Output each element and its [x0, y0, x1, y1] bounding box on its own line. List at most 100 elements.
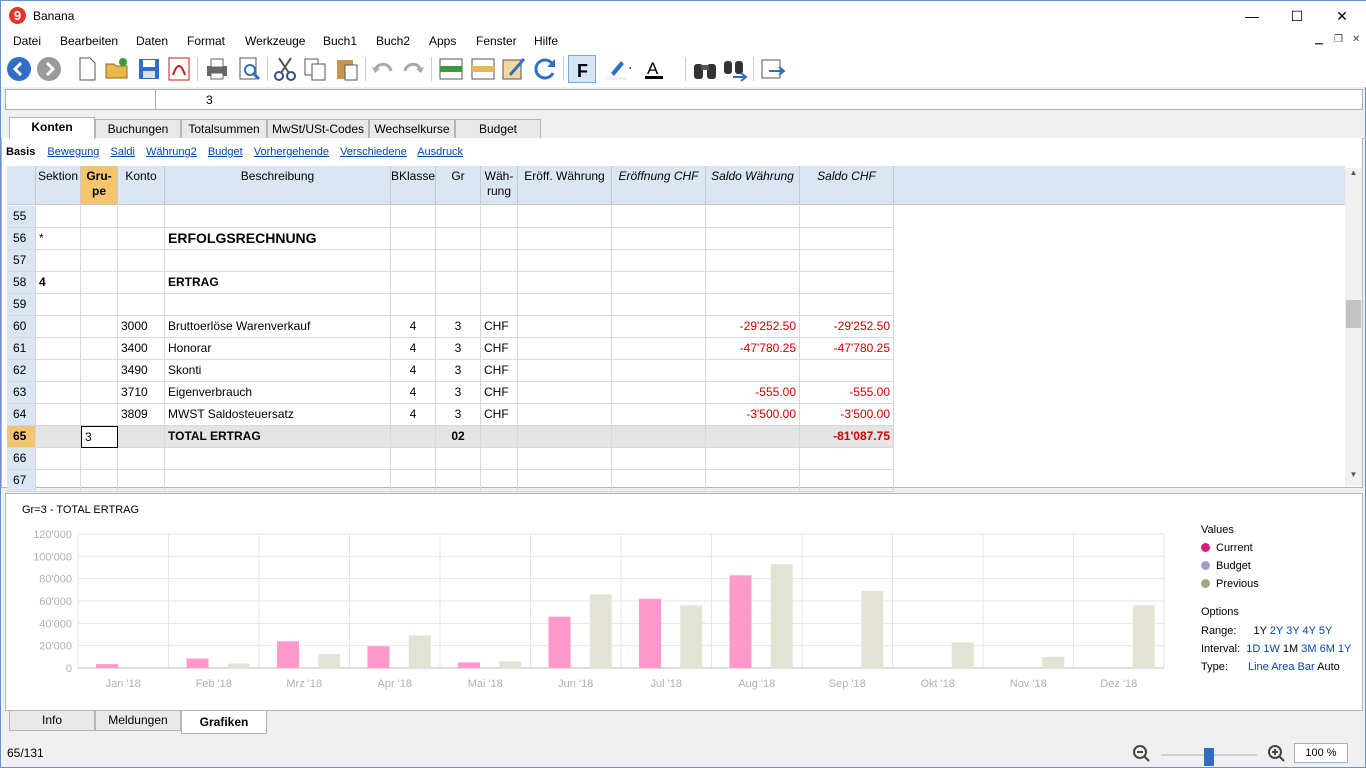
menu-werkzeuge[interactable]: Werkzeuge [245, 34, 305, 48]
bar-current[interactable] [729, 575, 752, 668]
cell-gruppe[interactable] [81, 228, 118, 250]
cell-sektion[interactable] [36, 426, 81, 448]
copy-icon[interactable] [301, 55, 329, 83]
col-header-beschreibung[interactable]: Beschreibung [165, 166, 391, 205]
cell-eroeffnung-chf[interactable] [612, 338, 706, 360]
range-3y[interactable]: 3Y [1286, 625, 1299, 637]
cell-sektion[interactable] [36, 316, 81, 338]
cell-waehrung[interactable] [481, 206, 518, 228]
cell-saldo-waehrung[interactable] [706, 426, 800, 448]
menu-fenster[interactable]: Fenster [476, 34, 517, 48]
cell-beschreibung[interactable]: Eigenverbrauch [165, 382, 391, 404]
zoom-slider-thumb[interactable] [1204, 748, 1214, 766]
cell-bklasse[interactable] [391, 448, 436, 470]
cell-gruppe[interactable] [81, 294, 118, 316]
row-number[interactable]: 64 [7, 404, 36, 426]
view-bewegung[interactable]: Bewegung [47, 146, 99, 158]
type-bar[interactable]: Bar [1298, 661, 1315, 673]
cell-sektion[interactable] [36, 470, 81, 492]
col-header-gruppe[interactable]: Gru- pe [81, 166, 118, 205]
cell-beschreibung[interactable]: MWST Saldosteuersatz [165, 404, 391, 426]
table-row[interactable]: 66 [7, 448, 894, 470]
menu-daten[interactable]: Daten [136, 34, 168, 48]
cell-konto[interactable]: 3000 [118, 316, 165, 338]
menu-buch2[interactable]: Buch2 [376, 34, 410, 48]
table-row[interactable]: 64 3809 MWST Saldosteuersatz 4 3 CHF -3'500.00… [7, 404, 894, 426]
col-header-eroeff-waehrung[interactable]: Eröff. Währung [518, 166, 612, 205]
cell-eroeffnung-chf[interactable] [612, 426, 706, 448]
cell-saldo-chf[interactable]: -81'087.75 [800, 426, 894, 448]
cell-beschreibung[interactable]: Honorar [165, 338, 391, 360]
cell-gr[interactable]: 3 [436, 316, 481, 338]
cell-saldo-waehrung[interactable] [706, 448, 800, 470]
view-vorhergehende[interactable]: Vorhergehende [254, 146, 329, 158]
cell-konto[interactable] [118, 228, 165, 250]
vertical-scrollbar[interactable]: ▲ ▼ [1345, 168, 1362, 486]
pdf-icon[interactable] [165, 55, 193, 83]
cell-eroeff-waehrung[interactable] [518, 338, 612, 360]
cell-gr[interactable]: 3 [436, 338, 481, 360]
cell-gr[interactable] [436, 272, 481, 294]
cell-eroeff-waehrung[interactable] [518, 294, 612, 316]
cell-gr[interactable] [436, 294, 481, 316]
cell-konto[interactable] [118, 294, 165, 316]
cell-gr[interactable] [436, 250, 481, 272]
cell-eroeffnung-chf[interactable] [612, 272, 706, 294]
cell-beschreibung[interactable] [165, 294, 391, 316]
cell-konto[interactable] [118, 250, 165, 272]
table-row[interactable]: 62 3490 Skonti 4 3 CHF [7, 360, 894, 382]
cell-gruppe[interactable] [81, 338, 118, 360]
table-row[interactable]: 57 [7, 250, 894, 272]
cell-bklasse[interactable]: 4 [391, 404, 436, 426]
maximize-button[interactable]: ☐ [1274, 1, 1320, 31]
interval-6m[interactable]: 6M [1320, 643, 1335, 655]
cell-saldo-chf[interactable] [800, 206, 894, 228]
table-row[interactable]: 59 [7, 294, 894, 316]
cell-bklasse[interactable]: 4 [391, 382, 436, 404]
cell-beschreibung[interactable] [165, 470, 391, 492]
cell-gr[interactable]: 02 [436, 426, 481, 448]
view-saldi[interactable]: Saldi [110, 146, 134, 158]
mdi-close-icon[interactable]: ✕ [1352, 34, 1360, 45]
col-header-gr[interactable]: Gr [436, 166, 481, 205]
cell-reference-field[interactable] [6, 90, 156, 109]
scroll-down-icon[interactable]: ▼ [1345, 470, 1362, 486]
view-ausdruck[interactable]: Ausdruck [417, 146, 463, 158]
table-row[interactable]: 61 3400 Honorar 4 3 CHF -47'780.25 -47'780.25 [7, 338, 894, 360]
bar-current[interactable] [186, 658, 209, 668]
type-line[interactable]: Line [1248, 661, 1269, 673]
cell-bklasse[interactable] [391, 426, 436, 448]
tab-buchungen[interactable]: Buchungen [95, 119, 181, 138]
tab-meldungen[interactable]: Meldungen [95, 711, 181, 731]
cell-gruppe[interactable] [81, 448, 118, 470]
cell-sektion[interactable] [36, 360, 81, 382]
bar-current[interactable] [96, 664, 118, 668]
bar-previous[interactable] [499, 661, 522, 668]
menu-apps[interactable]: Apps [429, 34, 456, 48]
zoom-in-icon[interactable] [1268, 745, 1285, 762]
cell-eroeff-waehrung[interactable] [518, 206, 612, 228]
cell-waehrung[interactable]: CHF [481, 382, 518, 404]
print-icon[interactable] [203, 55, 231, 83]
cell-eroeff-waehrung[interactable] [518, 426, 612, 448]
cell-bklasse[interactable] [391, 228, 436, 250]
cell-bklasse[interactable]: 4 [391, 360, 436, 382]
cell-eroeffnung-chf[interactable] [612, 470, 706, 492]
cell-gruppe[interactable] [81, 316, 118, 338]
cell-waehrung[interactable] [481, 470, 518, 492]
cell-gruppe[interactable] [81, 206, 118, 228]
view-waehrung2[interactable]: Währung2 [146, 146, 197, 158]
cell-bklasse[interactable] [391, 206, 436, 228]
cell-gruppe[interactable] [81, 360, 118, 382]
type-area[interactable]: Area [1271, 661, 1294, 673]
col-header-eroeffnung-chf[interactable]: Eröffnung CHF [612, 166, 706, 205]
row-header-corner[interactable] [7, 166, 36, 205]
bar-previous[interactable] [589, 594, 612, 668]
menu-format[interactable]: Format [187, 34, 225, 48]
cell-eroeff-waehrung[interactable] [518, 404, 612, 426]
cell-eroeff-waehrung[interactable] [518, 448, 612, 470]
view-verschiedene[interactable]: Verschiedene [340, 146, 407, 158]
undo-icon[interactable] [369, 55, 397, 83]
tab-info[interactable]: Info [9, 711, 95, 731]
cell-eroeffnung-chf[interactable] [612, 382, 706, 404]
